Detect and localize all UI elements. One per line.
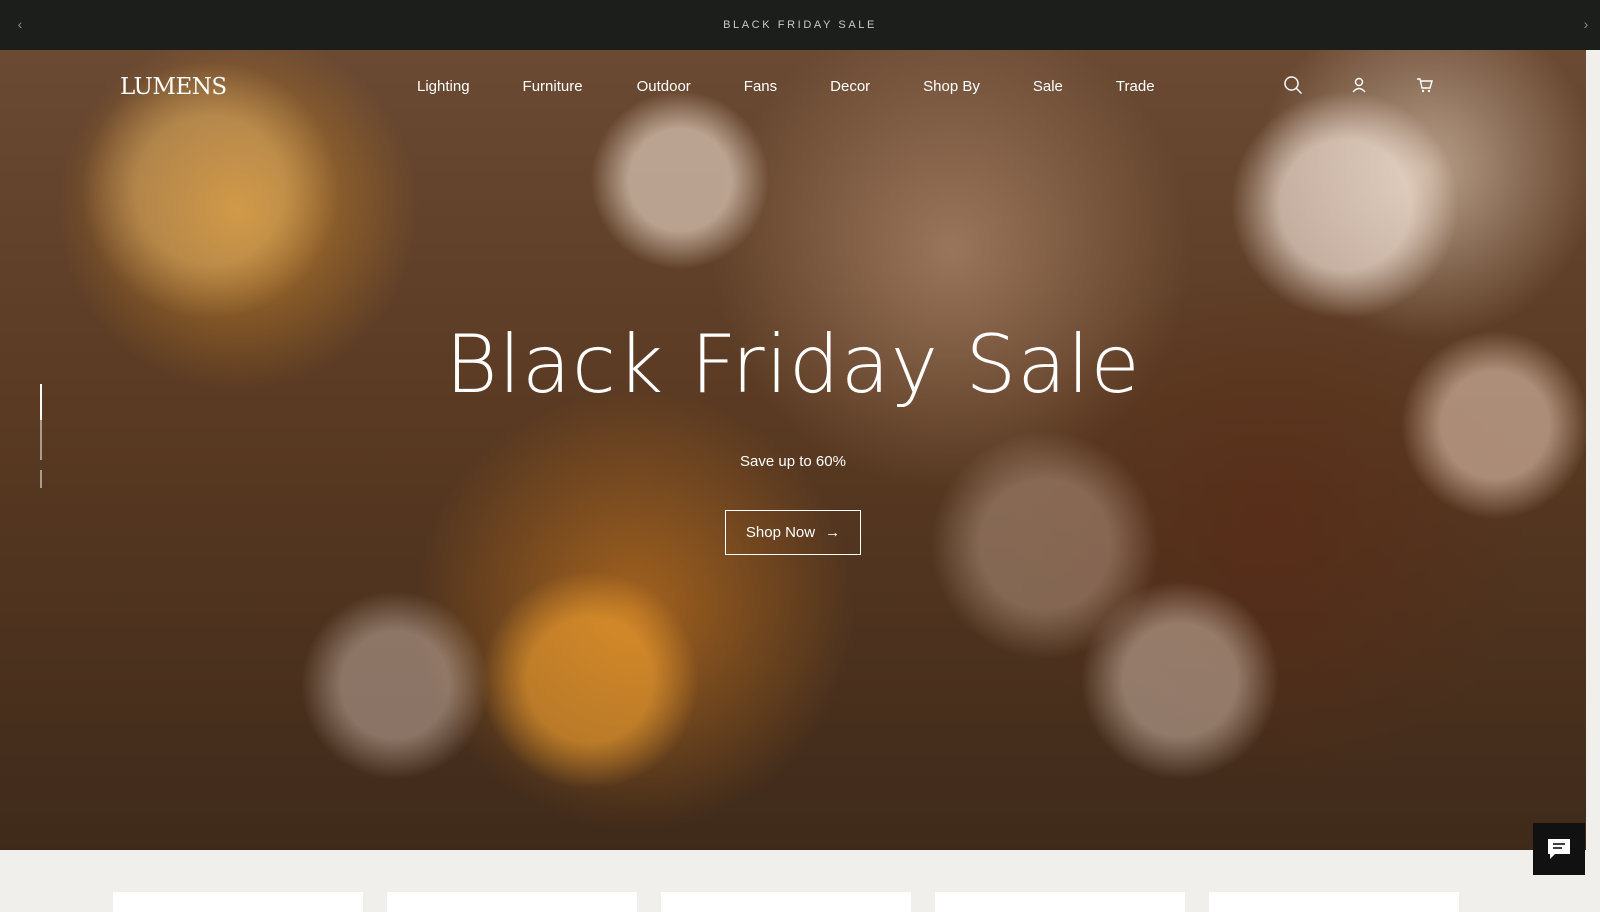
chat-button[interactable] (1533, 823, 1585, 875)
main-nav: Lighting Furniture Outdoor Fans Decor Sh… (392, 78, 1155, 95)
nav-item-decor[interactable]: Decor (830, 78, 870, 95)
chat-icon (1548, 839, 1570, 859)
nav-item-sale[interactable]: Sale (1033, 78, 1063, 95)
hero-title: Black Friday Sale (445, 318, 1141, 411)
main-header: LUMENS Lighting Furniture Outdoor Fans D… (0, 50, 1586, 130)
nav-item-outdoor[interactable]: Outdoor (637, 78, 691, 95)
category-strip (0, 850, 1586, 912)
nav-item-fans[interactable]: Fans (744, 78, 777, 95)
brand-logo[interactable]: LUMENS (120, 74, 227, 100)
nav-item-lighting[interactable]: Lighting (417, 78, 470, 95)
announcement-prev-button[interactable]: ‹ (10, 14, 30, 34)
category-card[interactable] (1209, 892, 1459, 912)
chevron-left-icon: ‹ (17, 16, 23, 32)
shop-now-label: Shop Now (745, 524, 816, 541)
bokeh-light (480, 570, 700, 790)
announcement-text[interactable]: BLACK FRIDAY SALE (723, 19, 877, 31)
nav-item-shop-by[interactable]: Shop By (923, 78, 980, 95)
arrow-right-icon: → (825, 524, 841, 541)
category-card[interactable] (113, 892, 363, 912)
cart-icon[interactable] (1414, 74, 1436, 96)
search-icon[interactable] (1282, 74, 1304, 96)
header-icons (1282, 74, 1436, 96)
nav-item-furniture[interactable]: Furniture (523, 78, 583, 95)
bokeh-light (1080, 580, 1280, 780)
shop-now-button[interactable]: Shop Now → (724, 510, 862, 555)
hero-subtitle: Save up to 60% (740, 453, 846, 470)
chevron-right-icon: › (1583, 16, 1589, 32)
hero-content: Black Friday Sale Save up to 60% Shop No… (0, 318, 1586, 555)
category-card[interactable] (387, 892, 637, 912)
category-card[interactable] (935, 892, 1185, 912)
hero-banner: LUMENS Lighting Furniture Outdoor Fans D… (0, 50, 1586, 850)
account-icon[interactable] (1348, 74, 1370, 96)
nav-item-trade[interactable]: Trade (1116, 78, 1155, 95)
page-scrollbar[interactable] (1586, 50, 1600, 900)
announcement-next-button[interactable]: › (1576, 14, 1596, 34)
category-card[interactable] (661, 892, 911, 912)
announcement-bar: ‹ BLACK FRIDAY SALE › (0, 0, 1600, 50)
bokeh-light (300, 590, 490, 780)
